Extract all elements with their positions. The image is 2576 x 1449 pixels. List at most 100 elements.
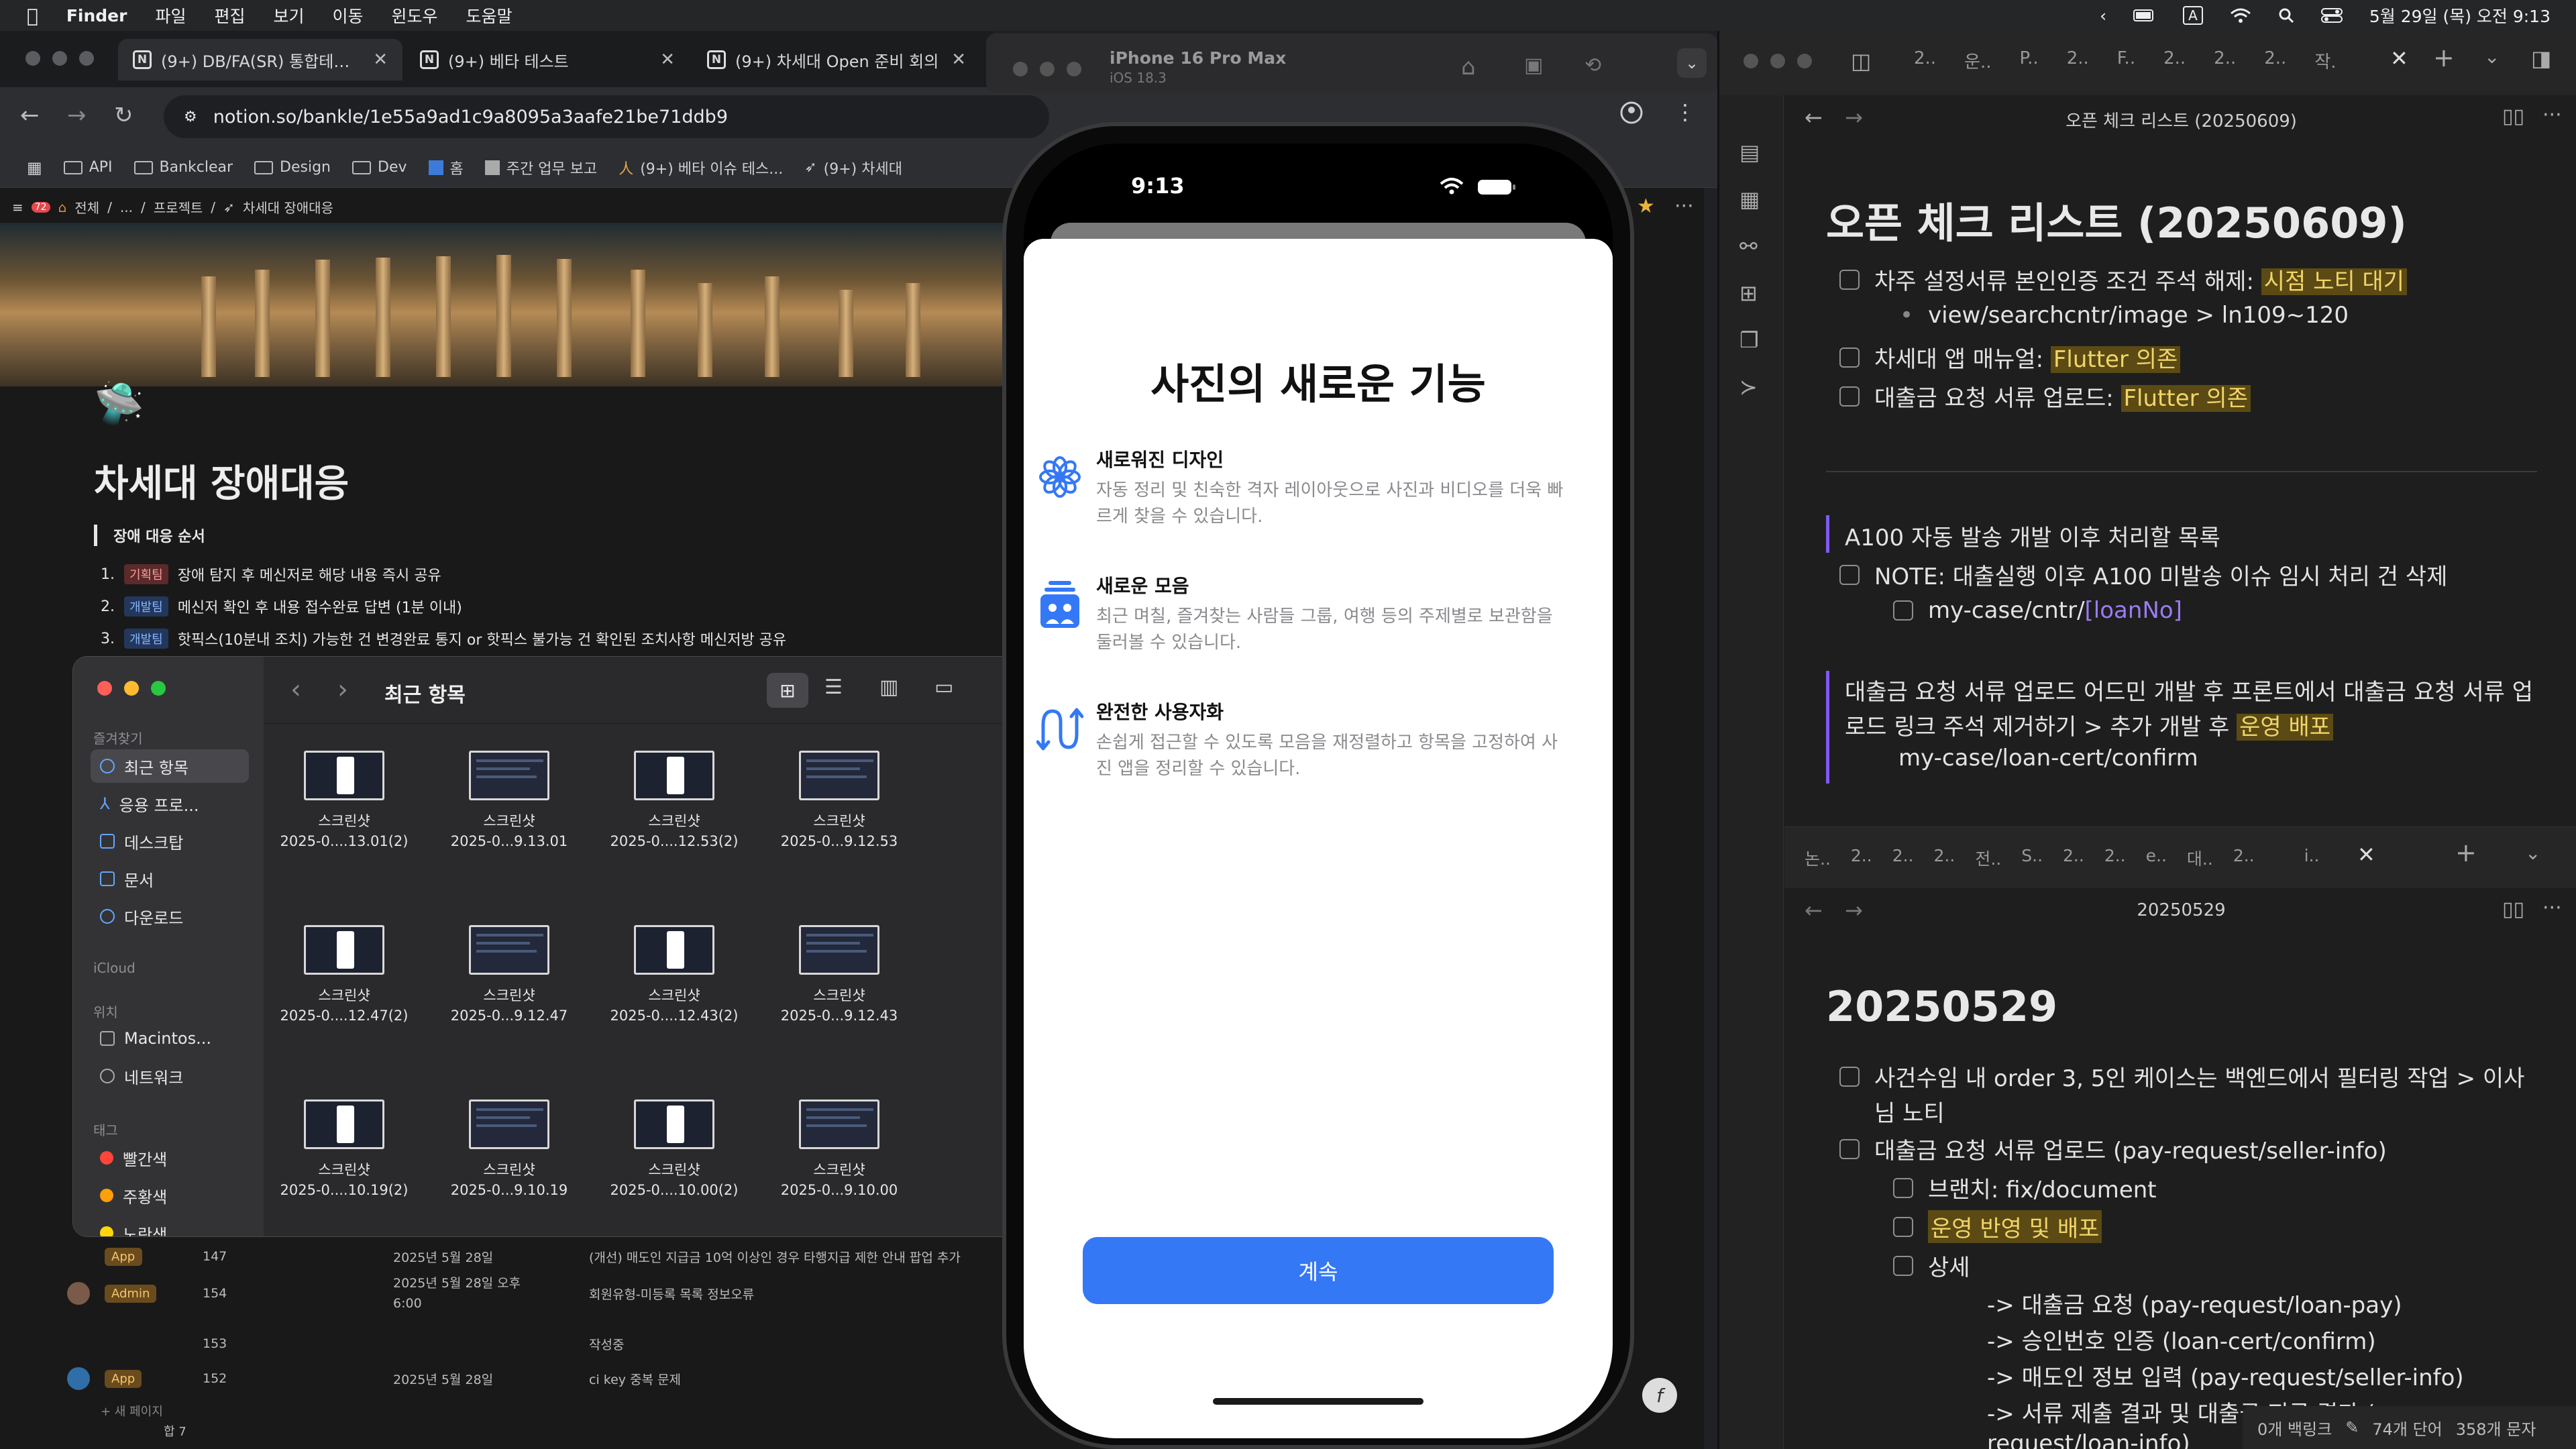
list-item[interactable]: • view/searchcntr/image > ln109~120 — [1900, 302, 2349, 329]
file-item[interactable]: 스크린샷 2025-0....10.00(2) — [594, 1073, 755, 1236]
note-tab[interactable]: 논.. — [1805, 846, 1831, 870]
address-bar[interactable]: ⚙ notion.so/bankle/1e55a9ad1c9a8095a3aaf… — [164, 95, 1049, 138]
checkbox[interactable] — [1893, 1216, 1913, 1237]
page-more-icon[interactable]: ··· — [1674, 195, 1694, 218]
close-tab-icon[interactable]: ✕ — [2357, 842, 2375, 867]
app-menu-finder[interactable]: Finder — [66, 6, 127, 25]
menu-file[interactable]: 파일 — [155, 3, 186, 28]
task-item[interactable]: 차주 설정서류 본인인증 조건 주석 해제: 시점 노티 대기 — [1839, 263, 2408, 296]
new-tab-icon[interactable]: + — [2455, 838, 2477, 867]
checkbox[interactable] — [1893, 1177, 1913, 1198]
quote-line[interactable]: A100 자동 발송 개발 이후 처리할 목록 — [1845, 519, 2220, 552]
minimize-window-button[interactable] — [1770, 54, 1785, 68]
flow-line[interactable]: -> 승인번호 인증 (loan-cert/confirm) — [1987, 1323, 2376, 1356]
list-item[interactable]: 1. 기획팀 장애 탐지 후 메신저로 해당 내용 즉시 공유 — [101, 558, 786, 590]
note-tab[interactable]: 2.. — [1934, 846, 1955, 870]
close-window-button[interactable] — [25, 51, 40, 66]
note-tab[interactable]: 2.. — [1851, 846, 1872, 870]
checkbox[interactable] — [1893, 1255, 1913, 1276]
column-view-icon[interactable]: ▥ — [879, 676, 898, 699]
battery-icon[interactable] — [2133, 9, 2156, 22]
calendar-icon[interactable]: ▦ — [1739, 186, 1760, 212]
chevron-down-icon[interactable]: ⌄ — [1677, 48, 1707, 78]
sidebar-item-downloads[interactable]: 다운로드 — [91, 900, 249, 933]
site-info-icon[interactable]: ⚙ — [184, 109, 197, 125]
wifi-icon[interactable] — [2230, 7, 2251, 23]
more-options-icon[interactable]: ··· — [2542, 896, 2562, 920]
note-tab[interactable]: 2.. — [1914, 48, 1936, 73]
menu-edit[interactable]: 편집 — [214, 3, 245, 28]
home-button-icon[interactable]: ⌂ — [1461, 54, 1476, 80]
flow-line[interactable]: -> 대출금 요청 (pay-request/loan-pay) — [1987, 1287, 2402, 1320]
favorite-star-icon[interactable]: ★ — [1637, 195, 1655, 218]
bookmark-folder[interactable]: Dev — [352, 159, 407, 176]
note-tab[interactable]: 운.. — [1964, 48, 1991, 73]
file-item[interactable]: 스크린샷 2025-0...9.13.01 — [429, 724, 590, 898]
table-row[interactable]: Admin 154 2025년 5월 28일 오후 6:00 회원유형-미등록 … — [67, 1272, 1006, 1315]
backlinks-count[interactable]: 0개 백링크 — [2257, 1416, 2332, 1440]
file-item[interactable]: 스크린샷 2025-0...9.10.19 — [429, 1073, 590, 1236]
forward-chevron-icon[interactable]: › — [337, 674, 348, 705]
forward-arrow-icon[interactable]: → — [67, 102, 87, 129]
list-item[interactable]: 2. 개발팀 메신저 확인 후 내용 접수완료 답변 (1분 이내) — [101, 590, 786, 623]
note-tab[interactable]: 2.. — [1892, 846, 1914, 870]
checkbox[interactable] — [1839, 386, 1860, 407]
quote-line[interactable]: 대출금 요청 서류 업로드 어드민 개발 후 프론트에서 대출금 요청 서류 업 — [1845, 674, 2533, 706]
task-item[interactable]: 브랜치: fix/document — [1893, 1171, 2157, 1204]
browser-tab[interactable]: N (9+) DB/FA(SR) 통합테스트 ✕ — [118, 39, 402, 80]
note-tab[interactable]: S.. — [2021, 846, 2043, 870]
breadcrumb-item[interactable]: 전체 — [74, 197, 99, 217]
task-item[interactable]: 상세 — [1893, 1249, 1970, 1282]
screenshot-icon[interactable]: ▣ — [1524, 54, 1543, 77]
table-row[interactable]: 153 작성중 — [67, 1326, 1006, 1362]
sidebar-toggle-icon[interactable]: ◫ — [1851, 48, 1871, 74]
checkbox[interactable] — [1839, 1066, 1860, 1087]
close-tab-icon[interactable]: ✕ — [373, 50, 388, 70]
file-item[interactable]: 스크린샷 2025-0....12.53(2) — [594, 724, 755, 898]
task-item[interactable]: 운영 반영 및 배포 — [1893, 1210, 2102, 1243]
checkbox[interactable] — [1839, 269, 1860, 290]
breadcrumb-item[interactable]: 프로젝트 — [154, 197, 203, 217]
note-tab[interactable]: 2.. — [2233, 846, 2255, 870]
zoom-window-button[interactable] — [151, 681, 166, 696]
file-item[interactable]: 스크린샷 2025-0....12.47(2) — [264, 898, 425, 1073]
control-center-icon[interactable] — [2320, 8, 2343, 23]
bookmark-link[interactable]: 홈 — [428, 157, 464, 178]
checkbox[interactable] — [1839, 564, 1860, 585]
task-item[interactable]: 사건수임 내 order 3, 5인 케이스는 백엔드에서 필터링 작업 > 이… — [1839, 1060, 2524, 1093]
copy-icon[interactable]: ❐ — [1739, 327, 1759, 353]
task-item[interactable]: 대출금 요청 서류 업로드 (pay-request/seller-info) — [1839, 1132, 2387, 1165]
sidebar-item-desktop[interactable]: 데스크탑 — [91, 824, 249, 858]
function-key-icon[interactable]: f — [1642, 1378, 1677, 1413]
browser-tab[interactable]: N (9+) 베타 테스트 ✕ — [405, 39, 690, 80]
menu-go[interactable]: 이동 — [332, 3, 363, 28]
more-menu-icon[interactable]: ⋮ — [1674, 99, 1696, 125]
bookmark-folder[interactable]: API — [63, 159, 113, 176]
bookmark-folder[interactable]: Design — [254, 159, 331, 176]
apple-menu-icon[interactable]:  — [27, 5, 38, 27]
graph-icon[interactable]: ⚯ — [1739, 233, 1758, 259]
table-row[interactable]: App 147 2025년 5월 28일 (개선) 매도인 지급금 10억 이상… — [67, 1238, 1006, 1275]
reload-icon[interactable]: ↻ — [114, 102, 133, 129]
menu-help[interactable]: 도움말 — [466, 3, 513, 28]
zoom-window-button[interactable] — [79, 51, 94, 66]
sidebar-tag-red[interactable]: 빨간색 — [91, 1141, 249, 1175]
path-line[interactable]: my-case/loan-cert/confirm — [1898, 745, 2198, 771]
note-title[interactable]: 20250529 — [1826, 982, 2057, 1031]
back-arrow-icon[interactable]: ← — [20, 102, 40, 129]
note-tab[interactable]: 대.. — [2187, 846, 2213, 870]
reading-mode-icon[interactable]: ▯▯ — [2502, 898, 2524, 921]
ufo-page-icon[interactable]: 🛸 — [94, 380, 144, 427]
notification-badge[interactable]: 72 — [31, 201, 50, 213]
breadcrumb-item[interactable]: ... — [120, 199, 133, 215]
quote-line[interactable]: 로드 링크 주석 제거하기 > 추가 개발 후 운영 배포 — [1845, 708, 2334, 741]
sidebar-tag-yellow[interactable]: 노란색 — [91, 1216, 249, 1236]
menu-window[interactable]: 윈도우 — [392, 3, 438, 28]
spotlight-search-icon[interactable] — [2278, 7, 2294, 23]
note-tab[interactable]: 2.. — [2163, 48, 2186, 73]
task-item-continuation[interactable]: 님 노티 — [1874, 1095, 1945, 1128]
canvas-icon[interactable]: ⊞ — [1739, 280, 1758, 306]
checkbox[interactable] — [1893, 600, 1913, 621]
zoom-window-button[interactable] — [1067, 62, 1081, 76]
clock-datetime[interactable]: 5월 29일 (목) 오전 9:13 — [2369, 3, 2551, 28]
